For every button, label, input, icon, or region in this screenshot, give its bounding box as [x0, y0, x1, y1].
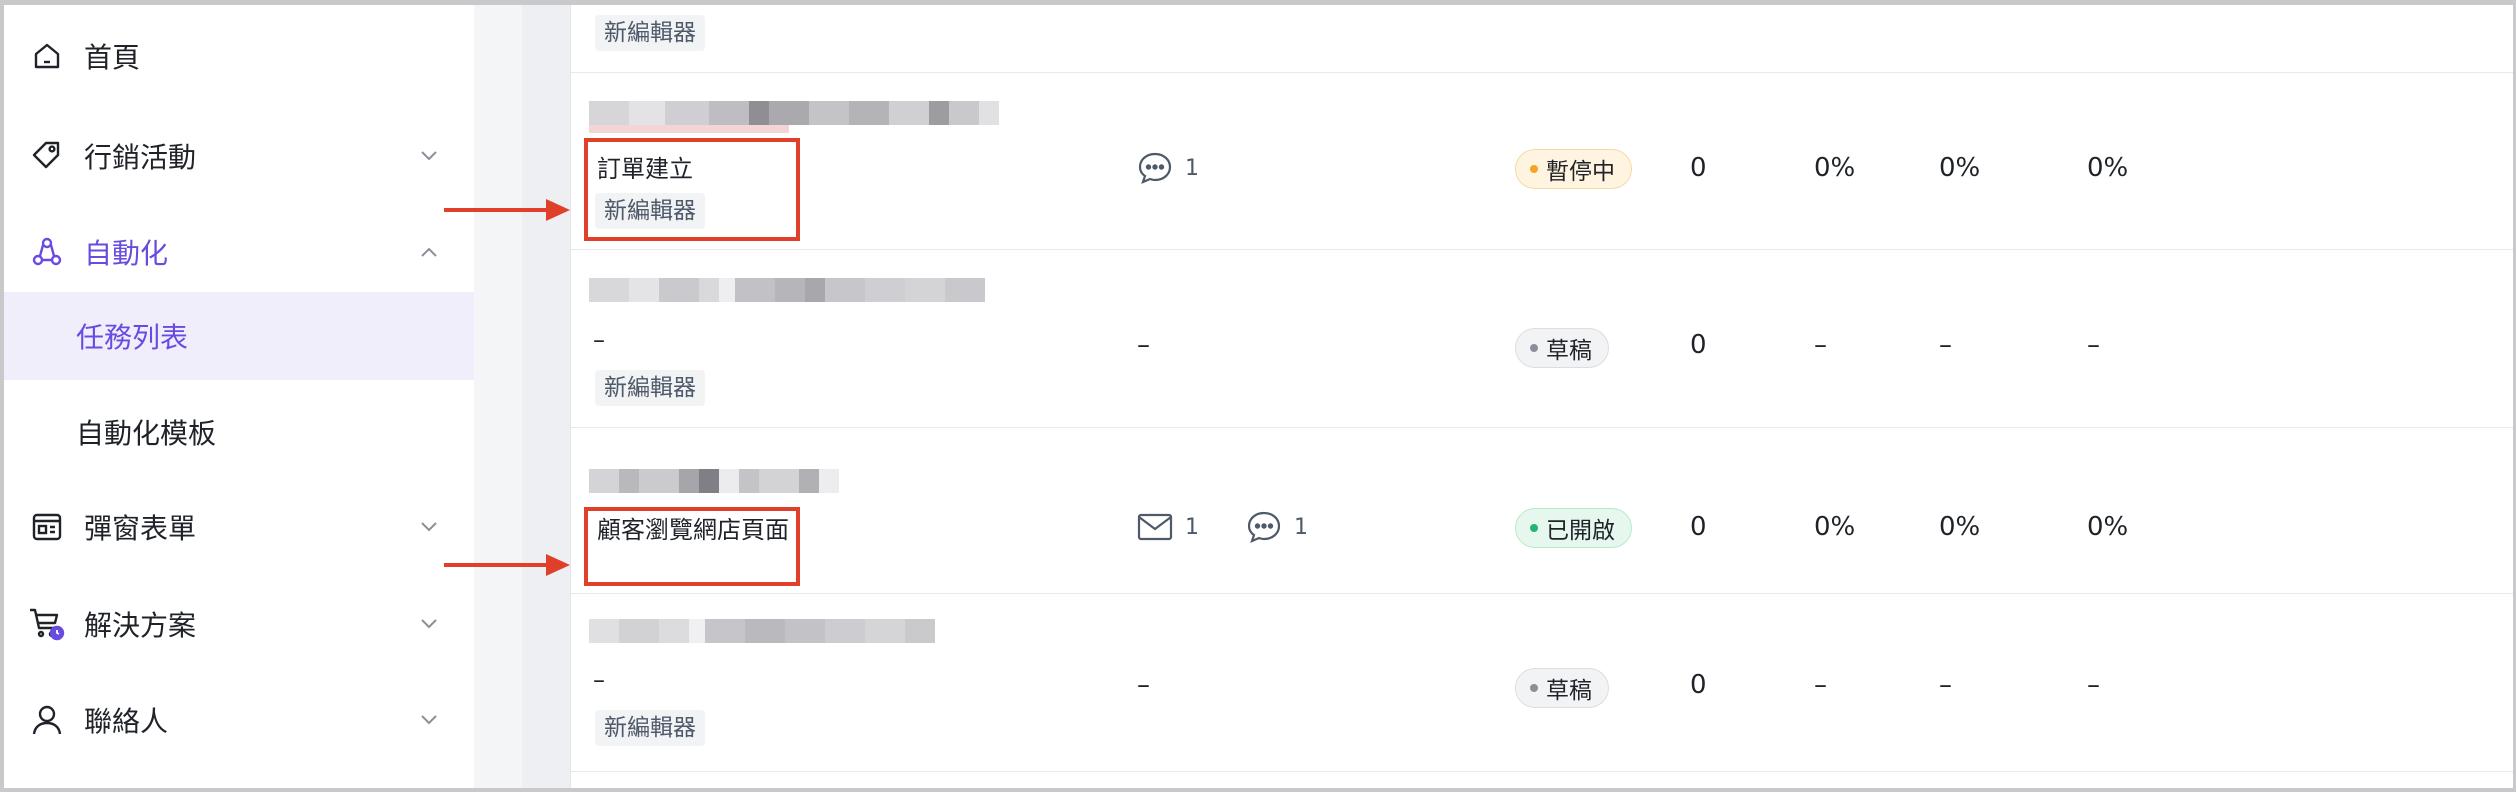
channel-cell: –: [1137, 330, 1150, 360]
sidebar-item-popup-forms[interactable]: 彈窗表單: [4, 483, 474, 571]
sidebar-item-label: 首頁: [84, 41, 141, 74]
trigger-label: –: [593, 326, 605, 354]
count-cell: 0: [1690, 512, 1707, 542]
redacted-task-name: [589, 469, 839, 493]
status-badge: 草稿: [1515, 668, 1609, 708]
rate-cell: 0%: [2087, 512, 2129, 542]
status-label: 已開啟: [1546, 518, 1615, 544]
person-icon: [28, 701, 66, 739]
chevron-up-icon[interactable]: [414, 237, 444, 267]
rate-cell: –: [1814, 670, 1827, 700]
redacted-task-name: [589, 619, 935, 643]
chevron-down-icon[interactable]: [414, 141, 444, 171]
status-dot: [1530, 344, 1538, 352]
sidebar-item-label: 彈窗表單: [84, 512, 197, 545]
status-badge: 草稿: [1515, 328, 1609, 368]
rate-cell: –: [1814, 330, 1827, 360]
rate-cell: 0%: [2087, 153, 2129, 183]
content-gutter: [522, 5, 570, 788]
rate-cell: –: [2087, 670, 2100, 700]
highlight-box: [584, 138, 800, 241]
sidebar-item-home[interactable]: 首頁: [4, 12, 474, 100]
chat-bubble-icon: [1247, 511, 1281, 543]
editor-tag: 新編輯器: [595, 710, 705, 746]
channel-count: 1: [1294, 514, 1308, 540]
chevron-down-icon[interactable]: [414, 609, 444, 639]
table-row[interactable]: – 新編輯器 – 草稿 0 – – –: [571, 594, 2513, 772]
tag-icon: [28, 137, 66, 175]
status-dot: [1530, 684, 1538, 692]
redacted-task-name-underline: [589, 125, 789, 133]
email-icon: [1137, 513, 1173, 541]
editor-tag: 新編輯器: [595, 15, 705, 51]
sidebar-subitem-automation-templates[interactable]: 自動化模板: [4, 388, 474, 476]
sidebar-subitem-label: 自動化模板: [76, 417, 217, 450]
redacted-task-name: [589, 278, 985, 302]
status-dot: [1530, 524, 1538, 532]
line-channel: 1: [1246, 510, 1308, 544]
chevron-down-icon[interactable]: [414, 512, 444, 542]
sidebar-item-solutions[interactable]: 解決方案: [4, 580, 474, 668]
rate-cell: 0%: [1939, 153, 1981, 183]
cart-icon: [28, 605, 66, 643]
status-label: 草稿: [1546, 678, 1592, 704]
channel-count: 1: [1185, 514, 1199, 540]
content-gutter: [474, 5, 522, 788]
arrow-right-icon: [444, 199, 570, 221]
line-channel: 1: [1137, 151, 1199, 185]
highlight-box: [584, 507, 800, 586]
chevron-down-icon[interactable]: [414, 705, 444, 735]
status-label: 暫停中: [1546, 159, 1615, 185]
sidebar-subitem-label: 任務列表: [76, 321, 189, 354]
status-label: 草稿: [1546, 338, 1592, 364]
home-icon: [28, 37, 66, 75]
table-row[interactable]: 顧客瀏覽網店頁面 1 1 已開啟 0 0% 0% 0%: [571, 428, 2513, 594]
table-row[interactable]: – 新編輯器 – 草稿 0 – – –: [571, 250, 2513, 428]
sidebar-item-label: 解決方案: [84, 609, 197, 642]
automation-icon: [28, 233, 66, 271]
task-table: 新編輯器 訂單建立 新編輯器 1 暫停中 0 0% 0% 0% – 新編輯器 –: [570, 5, 2513, 788]
rate-cell: –: [1939, 670, 1952, 700]
trigger-label: –: [593, 666, 605, 694]
count-cell: 0: [1690, 670, 1707, 700]
sidebar-item-label: 自動化: [84, 237, 169, 270]
sidebar-item-label: 聯絡人: [84, 705, 169, 738]
table-row[interactable]: 訂單建立 新編輯器 1 暫停中 0 0% 0% 0%: [571, 73, 2513, 250]
rate-cell: 0%: [1939, 512, 1981, 542]
sidebar-item-contacts[interactable]: 聯絡人: [4, 676, 474, 764]
count-cell: 0: [1690, 330, 1707, 360]
channel-count: 1: [1185, 155, 1199, 181]
sidebar: 首頁 行銷活動 自動化 任務列表 自動化模板 彈窗表單 解決方案 聯絡人: [4, 5, 474, 788]
table-row[interactable]: 新編輯器: [571, 5, 2513, 73]
status-dot: [1530, 165, 1538, 173]
sidebar-item-marketing[interactable]: 行銷活動: [4, 112, 474, 200]
redacted-task-name: [589, 101, 999, 125]
rate-cell: 0%: [1814, 512, 1856, 542]
arrow-right-icon: [444, 554, 570, 576]
popup-form-icon: [28, 508, 66, 546]
rate-cell: –: [2087, 330, 2100, 360]
sidebar-item-label: 行銷活動: [84, 141, 197, 174]
email-channel: 1: [1137, 512, 1199, 542]
status-badge: 暫停中: [1515, 149, 1632, 189]
sidebar-item-automation[interactable]: 自動化: [4, 208, 474, 296]
rate-cell: 0%: [1814, 153, 1856, 183]
status-badge: 已開啟: [1515, 508, 1632, 548]
count-cell: 0: [1690, 153, 1707, 183]
chat-bubble-icon: [1138, 152, 1172, 184]
rate-cell: –: [1939, 330, 1952, 360]
sidebar-subitem-task-list[interactable]: 任務列表: [4, 292, 474, 380]
channel-cell: –: [1137, 670, 1150, 700]
editor-tag: 新編輯器: [595, 370, 705, 406]
